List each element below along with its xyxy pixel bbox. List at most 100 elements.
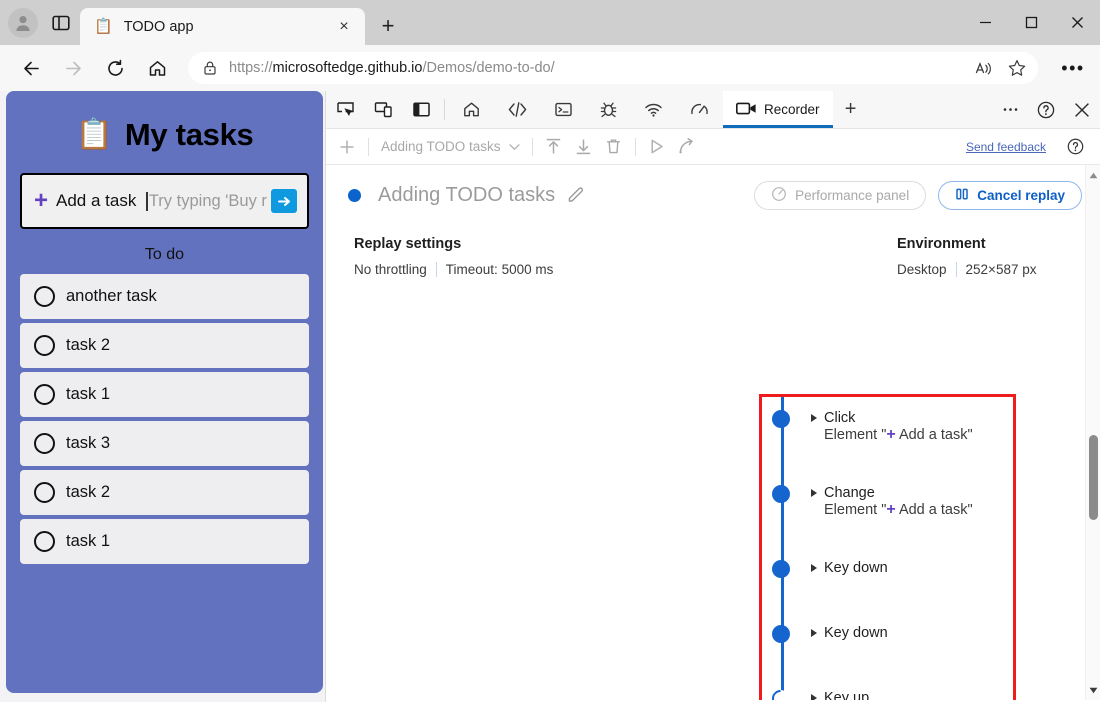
chevron-down-icon	[509, 139, 520, 154]
add-panel-button[interactable]: +	[833, 91, 869, 128]
step-row[interactable]: Key down •••	[781, 625, 888, 641]
scroll-down-icon[interactable]	[1086, 682, 1100, 698]
recording-actions: Performance panel Cancel replay	[754, 181, 1082, 210]
recording-select-label: Adding TODO tasks	[381, 139, 501, 154]
dock-side-icon[interactable]	[402, 91, 440, 128]
home-icon[interactable]	[140, 51, 174, 85]
step-row[interactable]: Key up •••	[781, 690, 869, 700]
task-checkbox[interactable]	[34, 335, 55, 356]
step-title-row[interactable]: Key down	[811, 560, 888, 576]
list-item[interactable]: another task	[20, 274, 309, 319]
scrollbar-thumb[interactable]	[1089, 435, 1098, 520]
recording-select[interactable]: Adding TODO tasks	[375, 139, 526, 154]
star-icon[interactable]	[1002, 53, 1032, 83]
expand-triangle-icon[interactable]	[811, 489, 817, 497]
tab-network[interactable]	[631, 91, 676, 128]
step-title: Change	[824, 485, 875, 501]
close-window-button[interactable]	[1054, 6, 1100, 38]
refresh-icon[interactable]	[98, 51, 132, 85]
task-checkbox[interactable]	[34, 384, 55, 405]
expand-triangle-icon[interactable]	[811, 564, 817, 572]
step-title-row[interactable]: Click	[811, 410, 973, 426]
devtools-scrollbar[interactable]	[1085, 165, 1100, 700]
recorder-help-icon[interactable]	[1060, 133, 1090, 161]
environment-heading: Environment	[897, 236, 1082, 252]
back-arrow-icon[interactable]	[14, 51, 48, 85]
inspect-element-icon[interactable]	[326, 91, 364, 128]
devtools-tab-bar: Recorder +	[326, 91, 1100, 129]
tab-debugger[interactable]	[586, 91, 631, 128]
maximize-button[interactable]	[1008, 6, 1054, 38]
step-title-row[interactable]: Key down	[811, 625, 888, 641]
step-detail: Element "+ Add a task"	[824, 427, 973, 443]
list-item[interactable]: task 1	[20, 372, 309, 417]
lock-icon	[202, 60, 218, 76]
value-divider	[956, 262, 957, 277]
throttling-value[interactable]: No throttling	[354, 262, 427, 277]
new-tab-button[interactable]: +	[373, 11, 403, 41]
step-status-bullet	[772, 625, 790, 643]
list-item[interactable]: task 2	[20, 323, 309, 368]
step-title-row[interactable]: Change	[811, 485, 973, 501]
tab-home[interactable]	[449, 91, 494, 128]
devtools-more-tools-ellipsis-icon[interactable]	[992, 100, 1028, 119]
split-screen-icon[interactable]	[48, 10, 74, 36]
profile-avatar-icon[interactable]	[8, 8, 38, 38]
url-text: https://microsoftedge.github.io/Demos/de…	[229, 60, 968, 76]
add-recording-icon[interactable]	[332, 133, 362, 161]
browser-tab[interactable]: 📋 TODO app ×	[80, 8, 365, 45]
read-aloud-icon[interactable]	[968, 53, 998, 83]
tab-performance[interactable]	[676, 91, 723, 128]
timeout-value[interactable]: Timeout: 5000 ms	[446, 262, 554, 277]
task-checkbox[interactable]	[34, 482, 55, 503]
send-feedback-link[interactable]: Send feedback	[966, 140, 1054, 154]
add-task-row[interactable]: + Add a task Try typing 'Buy r	[20, 173, 309, 229]
cancel-replay-button[interactable]: Cancel replay	[938, 181, 1082, 210]
step-status-bullet	[772, 560, 790, 578]
task-label: task 1	[66, 532, 110, 551]
expand-triangle-icon[interactable]	[811, 629, 817, 637]
submit-task-button[interactable]	[271, 189, 297, 213]
trash-icon[interactable]	[599, 133, 629, 161]
tab-console[interactable]	[541, 91, 586, 128]
performance-panel-label: Performance panel	[795, 188, 909, 203]
list-item[interactable]: task 1	[20, 519, 309, 564]
scroll-up-icon[interactable]	[1086, 167, 1100, 183]
question-mark-icon[interactable]	[1028, 100, 1064, 120]
export-up-arrow-icon[interactable]	[539, 133, 569, 161]
pause-icon	[955, 187, 969, 204]
environment-values: Desktop 252×587 px	[897, 262, 1082, 277]
task-checkbox[interactable]	[34, 531, 55, 552]
expand-triangle-icon[interactable]	[811, 694, 817, 700]
expand-triangle-icon[interactable]	[811, 414, 817, 422]
browser-settings-ellipsis-icon[interactable]: •••	[1056, 51, 1090, 85]
task-checkbox[interactable]	[34, 433, 55, 454]
import-down-arrow-icon[interactable]	[569, 133, 599, 161]
step-row[interactable]: Key down •••	[781, 560, 888, 576]
device-value: Desktop	[897, 262, 947, 277]
step-content: Change Element "+ Add a task"	[811, 485, 973, 519]
cancel-replay-label: Cancel replay	[977, 188, 1065, 203]
close-devtools-icon[interactable]	[1064, 101, 1100, 119]
task-checkbox[interactable]	[34, 286, 55, 307]
gauge-icon	[771, 186, 787, 205]
play-icon[interactable]	[642, 133, 672, 161]
pencil-icon[interactable]	[566, 184, 585, 208]
task-label: another task	[66, 287, 157, 306]
toolbar-divider	[444, 99, 445, 120]
step-row[interactable]: Click Element "+ Add a task" •••	[781, 410, 1100, 444]
step-row[interactable]: Change Element "+ Add a task" •••	[781, 485, 973, 519]
add-task-input[interactable]: Try typing 'Buy r	[146, 192, 267, 211]
tab-elements[interactable]	[494, 91, 541, 128]
list-item[interactable]: task 3	[20, 421, 309, 466]
performance-panel-button[interactable]: Performance panel	[754, 181, 926, 210]
minimize-button[interactable]	[962, 6, 1008, 38]
list-item[interactable]: task 2	[20, 470, 309, 515]
address-bar[interactable]: https://microsoftedge.github.io/Demos/de…	[188, 52, 1038, 84]
step-title-row[interactable]: Key up	[811, 690, 869, 700]
step-content: Key down	[811, 625, 888, 641]
tab-recorder[interactable]: Recorder	[723, 91, 833, 128]
device-emulation-icon[interactable]	[364, 91, 402, 128]
close-icon[interactable]: ×	[333, 16, 355, 38]
replay-speed-icon[interactable]	[672, 133, 702, 161]
